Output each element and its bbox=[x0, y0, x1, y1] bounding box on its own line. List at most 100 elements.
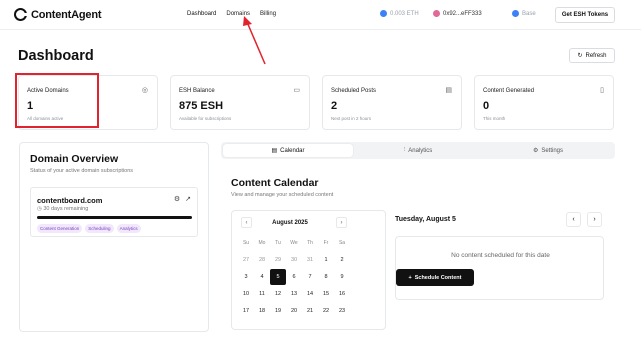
next-month-button[interactable]: › bbox=[336, 217, 347, 228]
schedule-content-label: Schedule Content bbox=[414, 274, 462, 281]
domain-overview-panel: Domain Overview Status of your active do… bbox=[19, 142, 209, 332]
weekday-header: Fr bbox=[323, 240, 329, 246]
annotation-arrow bbox=[243, 16, 266, 65]
tag: Content Generation bbox=[37, 224, 83, 233]
domain-tags: Content Generation Scheduling Analytics bbox=[37, 224, 141, 233]
calendar-month: August 2025 bbox=[272, 220, 308, 226]
stat-card-esh-balance: ESH Balance ▭ 875 ESH Available for subs… bbox=[170, 75, 310, 130]
weekday-header: Sa bbox=[338, 240, 346, 246]
subscription-progress-bar bbox=[37, 216, 192, 219]
stat-sub: This month bbox=[483, 116, 506, 121]
eth-balance-text: 0.003 ETH bbox=[390, 10, 419, 17]
calendar-day[interactable]: 15 bbox=[318, 286, 334, 302]
calendar-day[interactable]: 18 bbox=[254, 303, 270, 319]
calendar-day[interactable]: 8 bbox=[318, 269, 334, 285]
calendar-icon: ▤ bbox=[445, 87, 452, 94]
weekday-header: Tu bbox=[275, 240, 281, 246]
tab-label: Calendar bbox=[280, 147, 305, 154]
wallet-address[interactable]: 0x92...eFF333 bbox=[433, 10, 482, 17]
domain-overview-subtitle: Status of your active domain subscriptio… bbox=[30, 168, 134, 174]
calendar-day[interactable]: 14 bbox=[302, 286, 318, 302]
network-text: Base bbox=[522, 10, 536, 17]
tab-label: Settings bbox=[541, 147, 564, 154]
nav-dashboard[interactable]: Dashboard bbox=[187, 11, 216, 17]
eth-balance[interactable]: 0.003 ETH bbox=[380, 10, 419, 17]
calendar-day[interactable]: 10 bbox=[238, 286, 254, 302]
calendar-day[interactable]: 21 bbox=[302, 303, 318, 319]
page-title: Dashboard bbox=[18, 48, 94, 64]
calendar-day[interactable]: 23 bbox=[334, 303, 350, 319]
calendar-day[interactable]: 6 bbox=[286, 269, 302, 285]
calendar-day[interactable]: 29 bbox=[270, 252, 286, 268]
stat-value: 0 bbox=[483, 100, 490, 112]
stat-value: 875 ESH bbox=[179, 100, 224, 112]
calendar-day[interactable]: 1 bbox=[318, 252, 334, 268]
refresh-button[interactable]: ↻ Refresh bbox=[569, 48, 615, 63]
schedule-panel: No content scheduled for this date + Sch… bbox=[395, 236, 604, 300]
refresh-label: Refresh bbox=[585, 52, 607, 59]
weekday-header: Th bbox=[307, 240, 313, 246]
tab-calendar[interactable]: ▤ Calendar bbox=[223, 144, 353, 157]
domain-overview-title: Domain Overview bbox=[30, 153, 119, 165]
stat-value: 2 bbox=[331, 100, 338, 112]
tab-label: Analytics bbox=[408, 147, 433, 154]
weekday-header: Mo bbox=[258, 240, 266, 246]
calendar-day[interactable]: 2 bbox=[334, 252, 350, 268]
get-esh-tokens-button[interactable]: Get ESH Tokens bbox=[555, 7, 615, 23]
logo[interactable]: ContentAgent bbox=[14, 8, 102, 21]
domain-remaining-text: 30 days remaining bbox=[43, 206, 89, 212]
calendar-day[interactable]: 16 bbox=[334, 286, 350, 302]
document-icon: ▯ bbox=[600, 87, 604, 94]
network-selector[interactable]: Base bbox=[512, 10, 536, 17]
calendar-icon: ▤ bbox=[271, 148, 278, 154]
empty-state-text: No content scheduled for this date bbox=[451, 252, 550, 259]
tab-analytics[interactable]: ⫶ Analytics bbox=[353, 144, 483, 157]
logo-icon bbox=[14, 8, 27, 21]
stat-card-content-generated: Content Generated ▯ 0 This month bbox=[474, 75, 614, 130]
clock-icon: ◷ bbox=[37, 206, 42, 212]
tag: Analytics bbox=[116, 224, 141, 233]
calendar-day[interactable]: 27 bbox=[238, 252, 254, 268]
calendar-day[interactable]: 17 bbox=[238, 303, 254, 319]
calendar-widget: ‹ August 2025 › Su Mo Tu We Th Fr Sa 27 28 29 30 31… bbox=[231, 210, 386, 330]
external-link-icon[interactable]: ↗ bbox=[185, 195, 191, 203]
calendar-day[interactable]: 5 bbox=[270, 269, 286, 285]
calendar-day[interactable]: 7 bbox=[302, 269, 318, 285]
calendar-day[interactable]: 31 bbox=[302, 252, 318, 268]
domain-card: contentboard.com ⚙ ↗ ◷ 30 days remaining… bbox=[30, 187, 198, 237]
tab-settings[interactable]: ⚙ Settings bbox=[483, 144, 613, 157]
calendar-day[interactable]: 20 bbox=[286, 303, 302, 319]
calendar-day[interactable]: 30 bbox=[286, 252, 302, 268]
plus-icon: + bbox=[408, 274, 412, 281]
calendar-day[interactable]: 9 bbox=[334, 269, 350, 285]
calendar-day[interactable]: 22 bbox=[318, 303, 334, 319]
tab-bar: ▤ Calendar ⫶ Analytics ⚙ Settings bbox=[221, 142, 615, 159]
calendar-day[interactable]: 11 bbox=[254, 286, 270, 302]
chart-icon: ⫶ bbox=[403, 147, 406, 153]
calendar-day[interactable]: 19 bbox=[270, 303, 286, 319]
calendar-day[interactable]: 3 bbox=[238, 269, 254, 285]
prev-day-button[interactable]: ‹ bbox=[566, 212, 581, 227]
refresh-icon: ↻ bbox=[577, 53, 583, 59]
stat-sub: Available for subscriptions bbox=[179, 116, 232, 121]
gear-icon[interactable]: ⚙ bbox=[174, 195, 180, 203]
calendar-day[interactable]: 12 bbox=[270, 286, 286, 302]
calendar-subtitle: View and manage your scheduled content bbox=[231, 192, 334, 198]
eth-icon bbox=[380, 10, 387, 17]
selected-date: Tuesday, August 5 bbox=[395, 216, 456, 223]
stat-label: Scheduled Posts bbox=[331, 88, 377, 94]
progress-fill bbox=[37, 216, 192, 219]
gear-icon: ⚙ bbox=[532, 148, 539, 154]
schedule-content-button[interactable]: + Schedule Content bbox=[396, 269, 474, 286]
domain-remaining: ◷ 30 days remaining bbox=[37, 206, 88, 212]
next-day-button[interactable]: › bbox=[587, 212, 602, 227]
calendar-day[interactable]: 28 bbox=[254, 252, 270, 268]
top-nav: ContentAgent Dashboard Domains Billing 0… bbox=[0, 0, 641, 30]
weekday-header: We bbox=[290, 240, 298, 246]
wallet-icon: ▭ bbox=[293, 87, 300, 94]
calendar-day[interactable]: 13 bbox=[286, 286, 302, 302]
calendar-title: Content Calendar bbox=[231, 177, 319, 189]
calendar-day[interactable]: 4 bbox=[254, 269, 270, 285]
tag: Scheduling bbox=[85, 224, 114, 233]
domain-name: contentboard.com bbox=[37, 196, 103, 205]
